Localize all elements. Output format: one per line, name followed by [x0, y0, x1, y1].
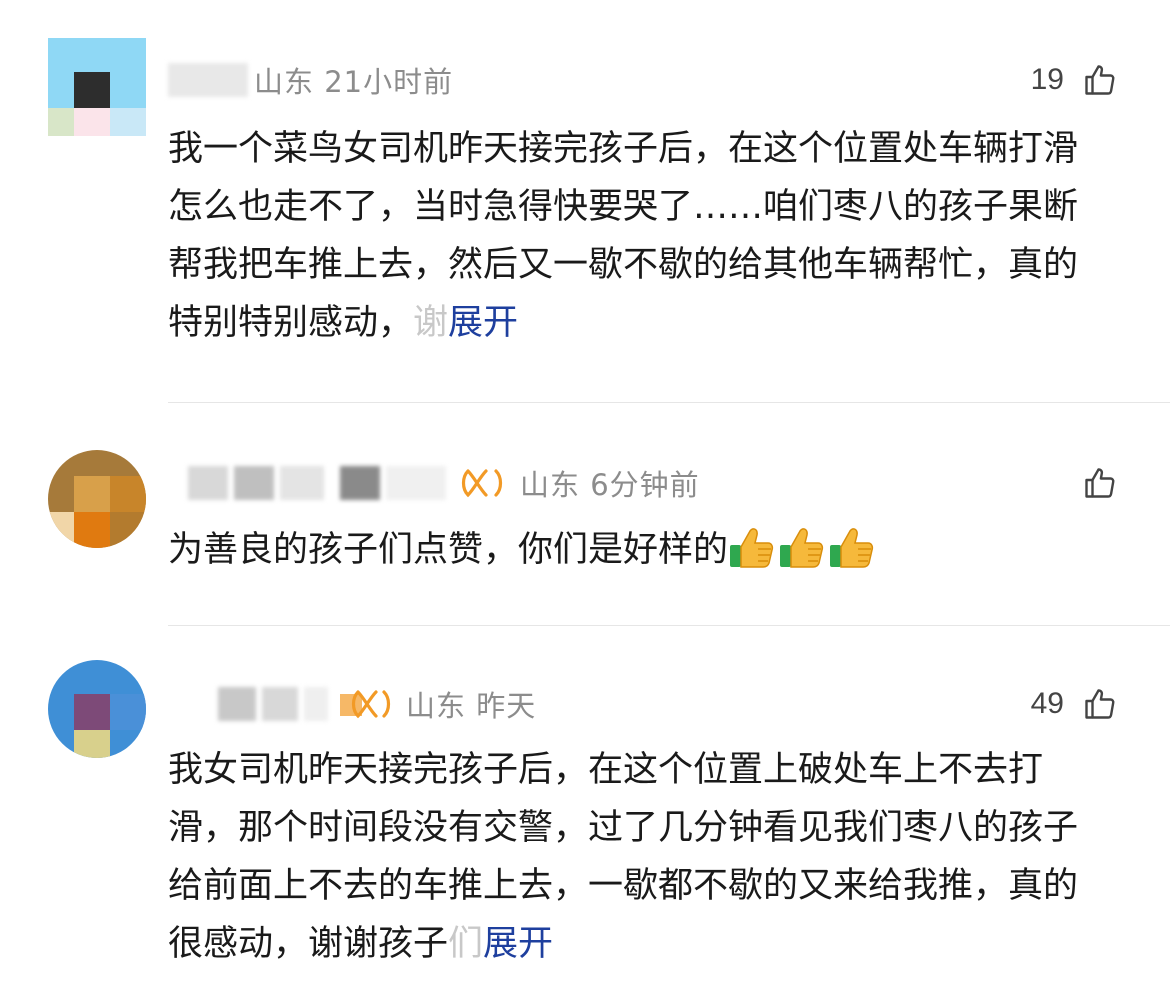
- avatar[interactable]: [48, 38, 146, 136]
- comment-meta: 山东 昨天: [168, 684, 536, 724]
- location-time: 山东 昨天: [406, 689, 537, 723]
- thumbs-up-icon: [830, 528, 874, 568]
- username[interactable]: [188, 466, 228, 500]
- comment-text: 我女司机昨天接完孩子后，在这个位置上破处车上不去打滑，那个时间段没有交警，过了几…: [168, 750, 1079, 964]
- comment-text: 为善良的孩子们点赞，你们是好样的: [168, 521, 1108, 579]
- username[interactable]: [218, 687, 256, 721]
- username[interactable]: [168, 63, 248, 97]
- like-button[interactable]: 19: [1031, 60, 1118, 100]
- comment-meta: 山东 21小时前: [168, 60, 453, 100]
- thumbs-up-icon: [730, 528, 774, 568]
- fan-badge-icon: [461, 469, 503, 498]
- fan-badge-icon: [340, 690, 391, 719]
- like-button[interactable]: [1064, 463, 1118, 503]
- like-button[interactable]: 49: [1031, 684, 1118, 724]
- thumbs-up-icon: [780, 528, 824, 568]
- emoji-group: [728, 528, 878, 570]
- comment-item: 山东 21小时前 19 我一个菜鸟女司机昨天接完孩子后，在这个位置处车辆打滑怎么…: [0, 0, 1170, 400]
- location-time: 山东 6分钟前: [520, 468, 700, 502]
- comment-text: 我一个菜鸟女司机昨天接完孩子后，在这个位置处车辆打滑怎么也走不了，当时急得快要哭…: [168, 129, 1079, 343]
- comment-item: 山东 6分钟前 为善良的孩子们点赞，你们是好样的: [0, 403, 1170, 625]
- comment-item: 山东 昨天 49 我女司机昨天接完孩子后，在这个位置上破处车上不去打滑，那个时间…: [0, 626, 1170, 981]
- like-count: 19: [1030, 63, 1064, 96]
- expand-link[interactable]: 展开: [448, 303, 518, 343]
- comment-meta: 山东 6分钟前: [168, 463, 700, 503]
- avatar[interactable]: [48, 450, 146, 548]
- like-count: 49: [1030, 687, 1064, 720]
- avatar[interactable]: [48, 660, 146, 758]
- thumbs-up-icon: [1085, 468, 1115, 498]
- expand-link[interactable]: 展开: [483, 924, 553, 964]
- location-time: 山东 21小时前: [254, 65, 454, 99]
- thumbs-up-icon: [1085, 689, 1115, 719]
- thumbs-up-icon: [1085, 65, 1115, 95]
